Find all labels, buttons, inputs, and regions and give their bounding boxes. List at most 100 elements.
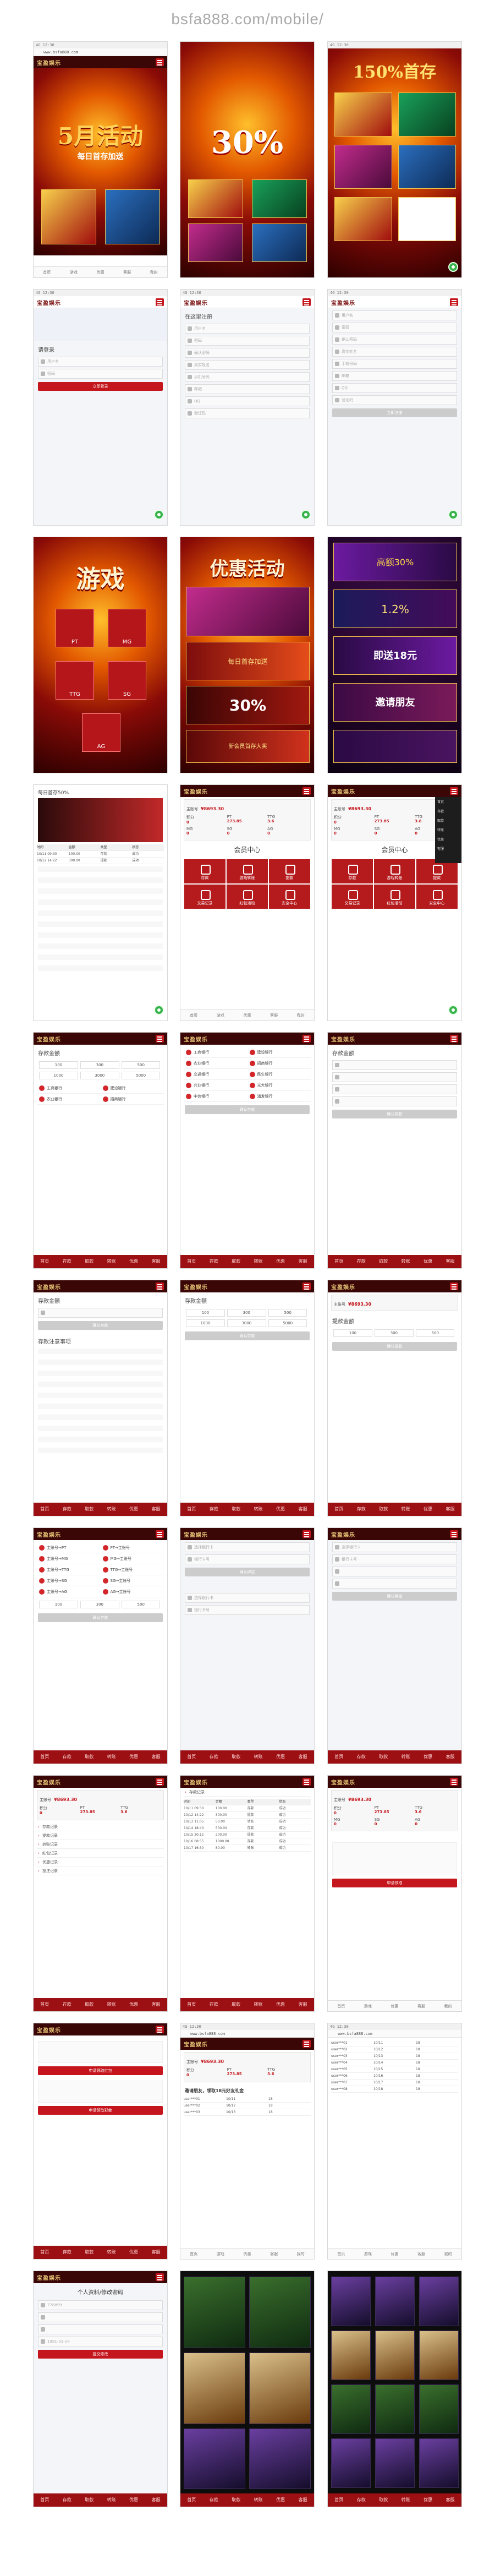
logo[interactable]: 宝盈娱乐 <box>37 2026 61 2034</box>
nav-withdraw[interactable]: 取款 <box>372 1503 394 1516</box>
card-name-input[interactable] <box>332 1567 457 1576</box>
logo[interactable]: 宝盈娱乐 <box>37 1035 61 1043</box>
nav-withdraw[interactable]: 取款 <box>225 1503 247 1516</box>
amount-option[interactable]: 1000 <box>186 1319 225 1327</box>
tab-promo[interactable]: 优惠 <box>381 2248 408 2259</box>
menu-icon[interactable] <box>156 1778 164 1786</box>
nav-promo[interactable]: 优惠 <box>123 1255 145 1268</box>
transfer-option[interactable]: 主账号→AG <box>37 1586 101 1597</box>
nav-home[interactable]: 首页 <box>180 1750 202 1764</box>
card-number-input[interactable]: 银行卡号 <box>332 1554 457 1564</box>
url-bar[interactable]: www.bsfa888.com <box>180 2030 314 2038</box>
url-bar[interactable]: www.bsfa888.com <box>34 48 167 56</box>
transfer-option[interactable]: 主账号→MG <box>37 1553 101 1564</box>
amount-input[interactable] <box>38 1308 163 1318</box>
logo[interactable]: 宝盈娱乐 <box>184 1530 208 1538</box>
center-deposit-button[interactable]: 存款 <box>184 859 226 884</box>
nav-deposit[interactable]: 存款 <box>56 2493 78 2507</box>
nav-deposit[interactable]: 存款 <box>350 1503 372 1516</box>
nav-transfer[interactable]: 转账 <box>247 1750 269 1764</box>
game-thumbnail[interactable] <box>375 2438 415 2488</box>
nav-withdraw[interactable]: 取款 <box>225 1750 247 1764</box>
profile-field[interactable] <box>38 2312 163 2322</box>
nav-transfer[interactable]: 转账 <box>247 1503 269 1516</box>
nav-promo[interactable]: 优惠 <box>417 1503 439 1516</box>
nav-transfer[interactable]: 转账 <box>394 1750 416 1764</box>
tab-home[interactable]: 首页 <box>34 267 61 277</box>
game-thumbnail[interactable] <box>184 2353 245 2424</box>
login-button[interactable]: 立即登录 <box>38 382 163 391</box>
nav-transfer[interactable]: 转账 <box>247 1255 269 1268</box>
confirm-button[interactable]: 确认存款 <box>185 1331 310 1341</box>
slot-tile[interactable] <box>398 92 456 137</box>
reg-email-input[interactable]: 邮箱 <box>185 384 310 394</box>
reg-password-input[interactable]: 密码 <box>185 336 310 346</box>
side-menu-item[interactable]: 转账 <box>435 825 461 834</box>
game-thumbnail[interactable] <box>331 2277 371 2326</box>
transfer-option[interactable]: MG→主账号 <box>100 1553 164 1564</box>
amount-option[interactable]: 5000 <box>268 1319 307 1327</box>
nav-service[interactable]: 客服 <box>145 1503 167 1516</box>
promo-card[interactable]: 30% <box>186 686 310 724</box>
logo[interactable]: 宝盈娱乐 <box>37 58 61 67</box>
transfer-option[interactable]: SG→主账号 <box>100 1575 164 1586</box>
tab-home[interactable]: 首页 <box>180 2248 207 2259</box>
bank-option[interactable]: 中信银行 <box>184 1091 248 1102</box>
menu-icon[interactable] <box>156 1530 164 1538</box>
nav-promo[interactable]: 优惠 <box>270 2493 292 2507</box>
promo-card[interactable] <box>186 587 310 636</box>
record-menu-item[interactable]: 存款记录 <box>184 1788 311 1797</box>
nav-service[interactable]: 客服 <box>439 1750 461 1764</box>
nav-transfer[interactable]: 转账 <box>247 1998 269 2011</box>
nav-deposit[interactable]: 存款 <box>350 1255 372 1268</box>
amount-option[interactable]: 100 <box>186 1309 225 1317</box>
menu-icon[interactable] <box>156 2026 164 2033</box>
username-input[interactable]: 用户名 <box>38 357 163 367</box>
nav-service[interactable]: 客服 <box>145 1255 167 1268</box>
nav-home[interactable]: 首页 <box>328 1750 350 1764</box>
amount-option[interactable]: 100 <box>39 1061 78 1069</box>
nav-withdraw[interactable]: 取款 <box>372 2493 394 2507</box>
chat-icon[interactable] <box>448 262 458 272</box>
amount-option[interactable]: 3000 <box>80 1071 119 1079</box>
side-menu-item[interactable]: 优惠 <box>435 834 461 844</box>
tab-promo[interactable]: 优惠 <box>234 2248 261 2259</box>
menu-icon[interactable] <box>156 2273 164 2281</box>
bank-option[interactable]: 招商银行 <box>100 1094 164 1105</box>
nav-home[interactable]: 首页 <box>328 2493 350 2507</box>
center-security-button[interactable]: 安全中心 <box>415 884 458 909</box>
center-transfer-button[interactable]: 游戏转账 <box>226 859 268 884</box>
reg-confirm-input[interactable]: 确认密码 <box>332 335 457 345</box>
bank-option[interactable]: 交通银行 <box>184 1069 248 1080</box>
menu-icon[interactable] <box>302 1035 311 1043</box>
nav-transfer[interactable]: 转账 <box>100 1255 122 1268</box>
nav-home[interactable]: 首页 <box>34 1503 56 1516</box>
promo-card[interactable]: 高额30% <box>333 543 457 581</box>
logo[interactable]: 宝盈娱乐 <box>37 1282 61 1291</box>
nav-service[interactable]: 客服 <box>292 1750 314 1764</box>
nav-deposit[interactable]: 存款 <box>56 2246 78 2259</box>
nav-withdraw[interactable]: 取款 <box>78 2493 100 2507</box>
promo-card[interactable]: 邀请朋友 <box>333 683 457 722</box>
nav-withdraw[interactable]: 取款 <box>225 1255 247 1268</box>
nav-deposit[interactable]: 存款 <box>56 1998 78 2011</box>
nav-deposit[interactable]: 存款 <box>202 1998 224 2011</box>
apply-redpacket-button[interactable]: 申请领取红包 <box>38 2066 163 2075</box>
deposit-name-input[interactable] <box>332 1072 457 1082</box>
game-thumbnail[interactable] <box>249 2277 311 2348</box>
nav-withdraw[interactable]: 取款 <box>78 1750 100 1764</box>
bank-option[interactable]: 招商银行 <box>247 1058 311 1069</box>
confirm-deposit-button[interactable]: 确认存款 <box>185 1105 310 1114</box>
center-deposit-button[interactable]: 存款 <box>331 859 373 884</box>
bank-option[interactable]: 光大银行 <box>247 1080 311 1091</box>
logo[interactable]: 宝盈娱乐 <box>37 1778 61 1786</box>
chat-icon[interactable] <box>154 1005 164 1015</box>
slot-tile[interactable] <box>398 145 456 189</box>
hero-banner[interactable]: 5月活动 每日首存加送 <box>34 68 167 255</box>
transfer-option[interactable]: PT→主账号 <box>100 1542 164 1553</box>
side-menu-item[interactable]: 客服 <box>435 844 461 853</box>
reg-name-input[interactable]: 真实姓名 <box>185 360 310 370</box>
menu-icon[interactable] <box>302 1778 311 1786</box>
nav-withdraw[interactable]: 取款 <box>78 1998 100 2011</box>
nav-deposit[interactable]: 存款 <box>350 2493 372 2507</box>
